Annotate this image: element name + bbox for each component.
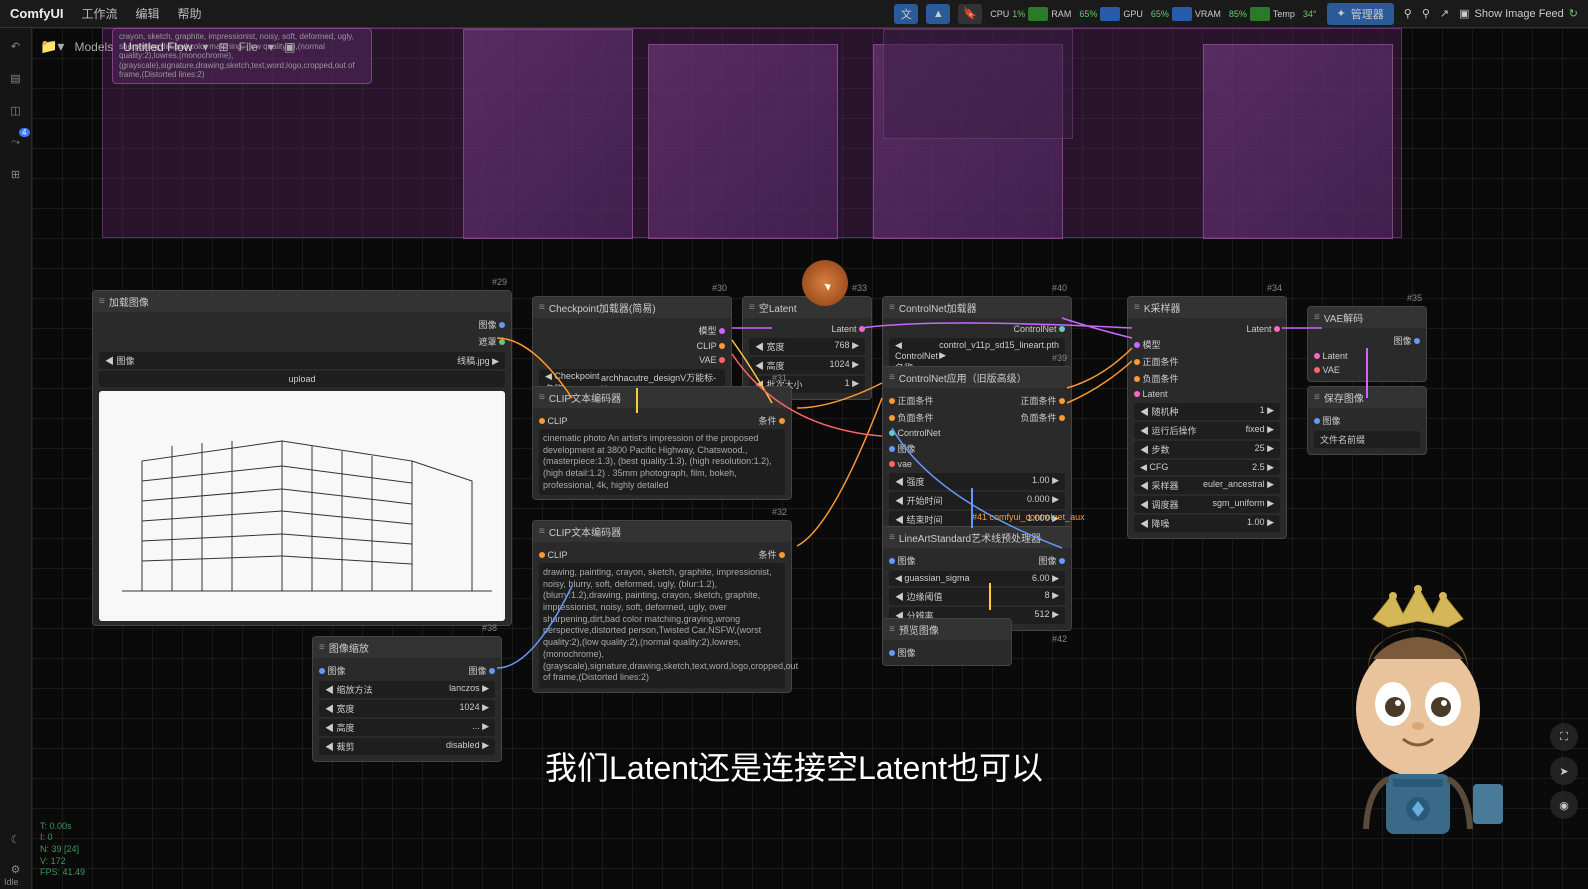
node-id: #30 [712, 283, 727, 293]
node-id: #42 [1052, 634, 1067, 644]
node-header[interactable]: ≡ 加载图像 [93, 291, 511, 312]
cursor-highlight [802, 260, 848, 306]
node-id: #34 [1267, 283, 1282, 293]
chevron-down-icon-2[interactable]: ▾ [268, 40, 274, 54]
ram-bar [1028, 7, 1048, 21]
menu-edit[interactable]: 编辑 [135, 5, 159, 22]
flow-name[interactable]: Untitled Flow [123, 40, 192, 54]
preview-thumb-4 [1203, 44, 1393, 239]
node-id: #38 [482, 623, 497, 633]
ram-stat: 65% GPU [1079, 7, 1143, 21]
grid-icon[interactable]: ⊞ [219, 40, 229, 54]
gpu-stat: 65% VRAM [1151, 7, 1221, 21]
folder-icon[interactable]: 📁▾ [40, 38, 64, 55]
node-clip-neg-top[interactable]: crayon, sketch, graphite, impressionist,… [112, 28, 372, 84]
models-label[interactable]: Models [74, 40, 113, 54]
node-preview-image[interactable]: ≡预览图像 图像 [882, 618, 1012, 666]
flow-icon[interactable]: ⤳ 4 [6, 132, 26, 152]
subtitle-text: 我们Latent还是连接空Latent也可以 [545, 743, 1043, 789]
aux-label: #41 comfyui_controlnet_aux [972, 512, 1085, 522]
negative-prompt[interactable]: drawing, painting, crayon, sketch, graph… [539, 563, 785, 688]
node-id: #32 [772, 507, 787, 517]
file-label[interactable]: File [239, 40, 258, 54]
image-icon: ▣ [1459, 7, 1469, 20]
secondary-bar: 📁▾ Models Untitled Flow ▾ ⊞ File ▾ ▣ [40, 38, 295, 55]
tree-icon[interactable]: ⊞ [6, 164, 26, 184]
person-icon-2[interactable]: ⚲ [1422, 7, 1430, 20]
gpu-bar [1100, 7, 1120, 21]
node-id: #29 [492, 277, 507, 287]
moon-icon[interactable]: ☾ [6, 829, 26, 849]
send-icon[interactable]: ➤ [1550, 757, 1578, 785]
node-clip-negative[interactable]: #32 ≡CLIP文本编码器 CLIP条件 drawing, painting,… [532, 520, 792, 693]
status-text: Idle [4, 877, 19, 887]
node-clip-positive[interactable]: #31 ≡CLIP文本编码器 CLIP条件 cinematic photo An… [532, 386, 792, 500]
cube-icon[interactable]: ◫ [6, 100, 26, 120]
image-preview [99, 391, 505, 621]
mascot-character [1318, 579, 1518, 859]
fullscreen-icon[interactable]: ⛶ [1550, 723, 1578, 751]
menu-help[interactable]: 帮助 [177, 5, 201, 22]
puzzle-icon: ✦ [1337, 7, 1346, 20]
node-id: #31 [772, 373, 787, 383]
node-id: #40 [1052, 283, 1067, 293]
node-vae-decode[interactable]: #35 ≡VAE解码 图像 Latent VAE [1307, 306, 1427, 382]
vram-stat: 85% Temp [1229, 7, 1295, 21]
manager-button[interactable]: ✦ 管理器 [1327, 3, 1394, 25]
node-id: #33 [852, 283, 867, 293]
bookmark-icon[interactable]: 🔖 [958, 4, 982, 24]
app-brand: ComfyUI [10, 6, 63, 21]
share-icon[interactable]: ↗ [1440, 7, 1449, 20]
node-controlnet-apply[interactable]: #39 ≡ControlNet应用（旧版高级） 正面条件正面条件 负面条件负面条… [882, 366, 1072, 535]
node-ksampler[interactable]: #34 ≡K采样器 Latent 模型 正面条件 负面条件 Latent ◀ 随… [1127, 296, 1287, 539]
temp-bar [1250, 7, 1270, 21]
top-bar: ComfyUI 工作流 编辑 帮助 文 ▲ 🔖 CPU 1% RAM 65% G… [0, 0, 1588, 28]
box-icon[interactable]: ▣ [284, 40, 295, 54]
list-icon[interactable]: ▤ [6, 68, 26, 88]
positive-prompt[interactable]: cinematic photo An artist's impression o… [539, 429, 785, 495]
node-save-image[interactable]: ≡保存图像 图像 文件名前缀 [1307, 386, 1427, 455]
menu-workflow[interactable]: 工作流 [81, 5, 117, 22]
gear-icon[interactable]: ⚙ [6, 859, 26, 879]
purple-panel [883, 29, 1073, 139]
node-empty-latent[interactable]: #33 ≡空Latent Latent ◀ 宽度768 ▶ ◀ 高度1024 ▶… [742, 296, 872, 400]
left-sidebar: ↶ ▤ ◫ ⤳ 4 ⊞ ☾ ⚙ [0, 28, 32, 889]
node-id: #35 [1407, 293, 1422, 303]
preview-thumb-2 [648, 44, 838, 239]
perf-stats: T: 0.00s I: 0 N: 39 [24] V: 172 FPS: 41.… [40, 821, 85, 879]
vram-bar [1172, 7, 1192, 21]
image-select[interactable]: ◀ 图像线稿.jpg ▶ [99, 352, 505, 369]
floating-buttons: ⛶ ➤ ◉ [1550, 723, 1578, 819]
sidebar-badge: 4 [19, 128, 29, 137]
node-image-scale[interactable]: #38 ≡图像缩放 图像图像 ◀ 缩放方法lanczos ▶ ◀ 宽度1024 … [312, 636, 502, 762]
chevron-down-icon[interactable]: ▾ [203, 40, 209, 54]
preview-thumb-1 [463, 29, 633, 239]
upload-button[interactable]: upload [99, 371, 505, 387]
temp-val: 34° [1303, 9, 1317, 19]
node-id: #39 [1052, 353, 1067, 363]
refresh-icon[interactable]: ↻ [1569, 7, 1578, 20]
style-icon[interactable]: ▲ [926, 4, 950, 24]
node-lineart-preprocessor[interactable]: #42 ≡LineArtStandard艺术线预处理器 图像图像 ◀ guass… [882, 526, 1072, 631]
node-load-image[interactable]: #29 ≡ 加载图像 图像 遮罩 ◀ 图像线稿.jpg ▶ upload [92, 290, 512, 626]
cpu-stat: CPU 1% RAM [990, 7, 1071, 21]
translate-icon[interactable]: 文 [894, 4, 918, 24]
person-icon-1[interactable]: ⚲ [1404, 7, 1412, 20]
show-image-feed-button[interactable]: ▣ Show Image Feed ↻ [1459, 7, 1578, 20]
building-sketch [99, 391, 505, 621]
cursor-icon [824, 281, 832, 290]
undo-icon[interactable]: ↶ [6, 36, 26, 56]
drag-icon: ≡ [99, 296, 105, 307]
eye-icon[interactable]: ◉ [1550, 791, 1578, 819]
